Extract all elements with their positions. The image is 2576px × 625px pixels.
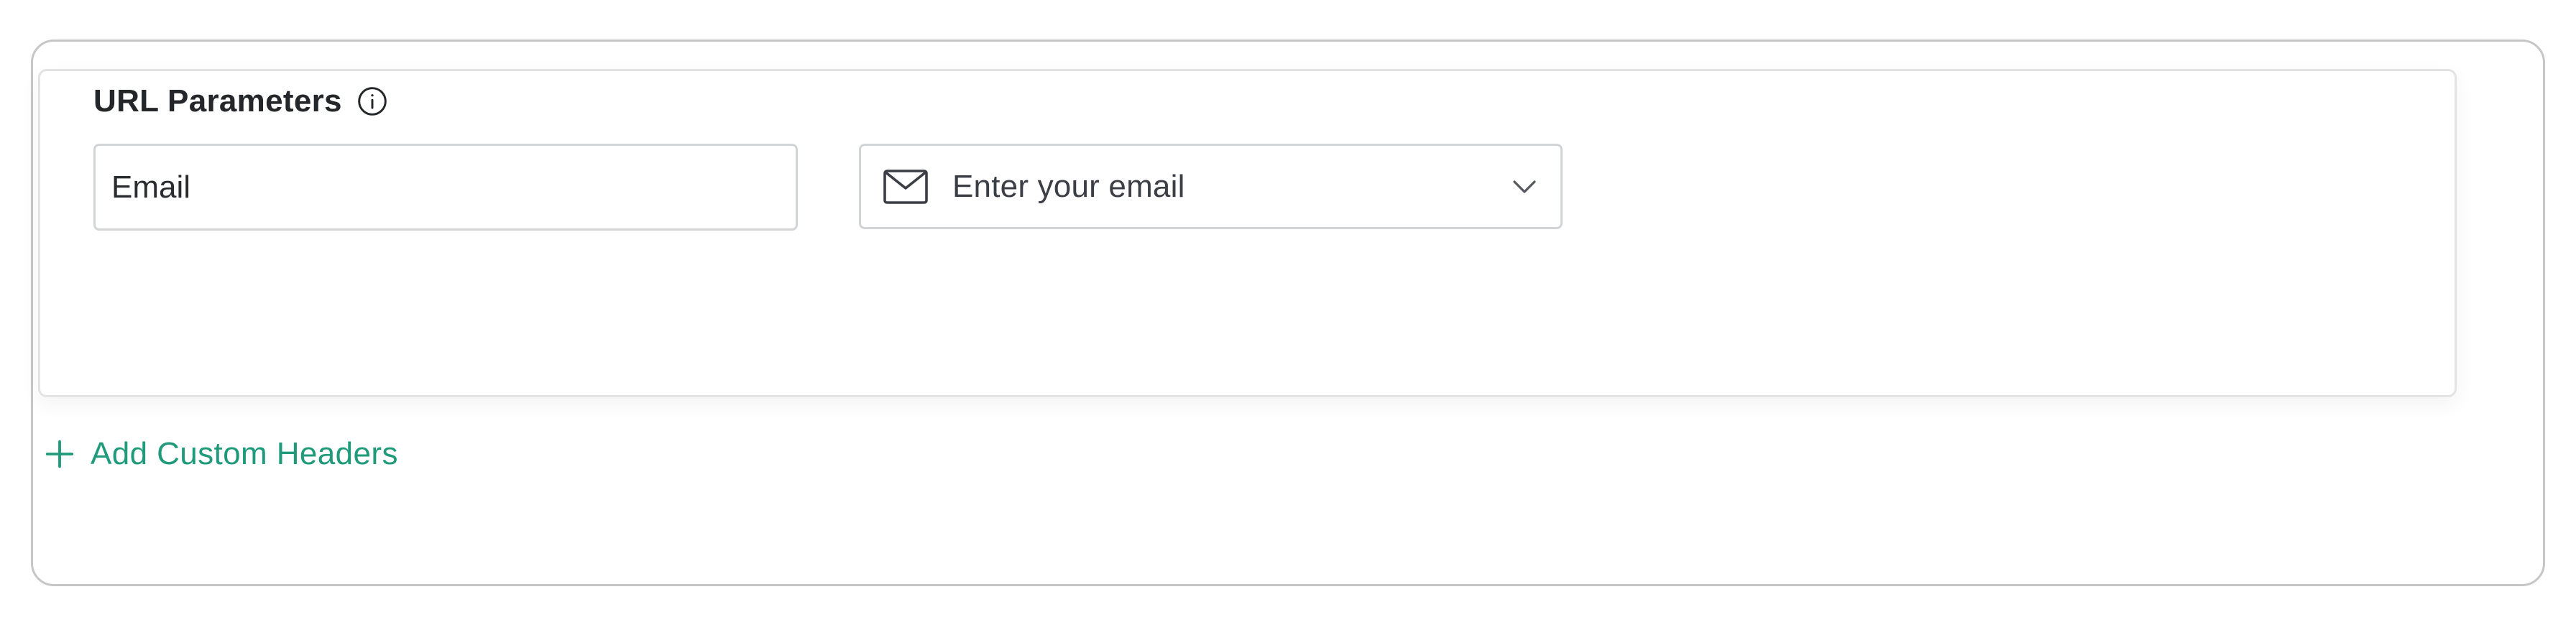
url-parameters-heading: URL Parameters — [93, 81, 388, 121]
parameter-key-input[interactable] — [93, 144, 798, 231]
chevron-down-icon[interactable] — [1510, 172, 1539, 201]
parameter-value-select[interactable]: Enter your email — [859, 144, 1563, 229]
add-custom-headers-label: Add Custom Headers — [91, 436, 398, 471]
add-custom-headers-button[interactable]: Add Custom Headers — [43, 431, 398, 477]
url-parameters-label: URL Parameters — [93, 83, 342, 119]
info-circle-icon[interactable] — [356, 85, 388, 117]
mail-icon — [883, 169, 929, 205]
plus-icon — [43, 438, 76, 471]
parameter-value-placeholder: Enter your email — [952, 168, 1185, 204]
url-parameters-panel — [38, 69, 2457, 397]
